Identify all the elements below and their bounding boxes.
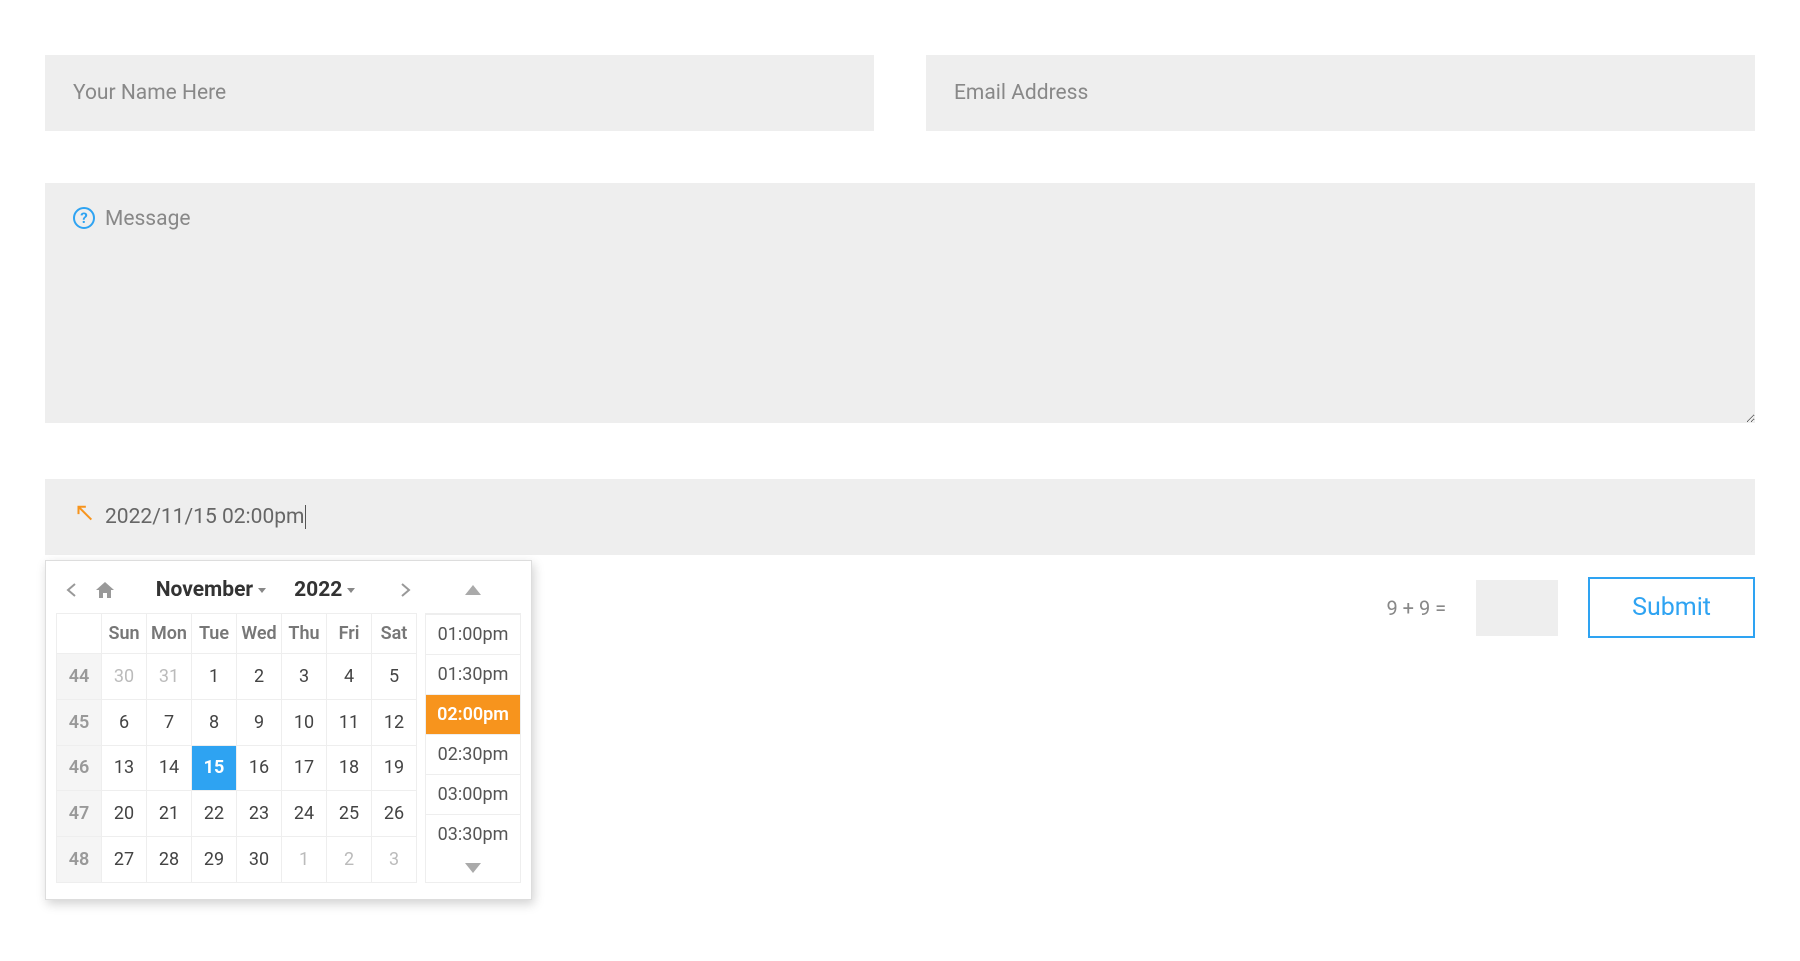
today-button[interactable] <box>90 575 120 605</box>
calendar-day[interactable]: 6 <box>102 699 147 745</box>
calendar-day[interactable]: 5 <box>372 654 417 700</box>
calendar-day[interactable]: 1 <box>192 654 237 700</box>
week-number: 47 <box>57 791 102 837</box>
captcha-label: 9 + 9 = <box>1386 596 1446 620</box>
datetime-value: 2022/11/15 02:00pm <box>105 505 306 529</box>
help-icon[interactable]: ? <box>73 207 95 229</box>
weekday-header: Thu <box>282 614 327 654</box>
week-number: 48 <box>57 837 102 883</box>
datetime-icon <box>73 504 95 530</box>
calendar-day[interactable]: 2 <box>237 654 282 700</box>
calendar-day[interactable]: 19 <box>372 745 417 791</box>
weekday-header: Tue <box>192 614 237 654</box>
calendar-day[interactable]: 1 <box>282 837 327 883</box>
calendar-day[interactable]: 7 <box>147 699 192 745</box>
calendar-day[interactable]: 4 <box>327 654 372 700</box>
weekday-header: Fri <box>327 614 372 654</box>
calendar-day[interactable]: 25 <box>327 791 372 837</box>
calendar-day[interactable]: 14 <box>147 745 192 791</box>
calendar-day[interactable]: 27 <box>102 837 147 883</box>
calendar-day[interactable]: 20 <box>102 791 147 837</box>
year-select[interactable]: 2022 <box>290 578 359 602</box>
week-number: 44 <box>57 654 102 700</box>
captcha-input[interactable] <box>1476 580 1558 636</box>
calendar-day[interactable]: 12 <box>372 699 417 745</box>
chevron-down-icon <box>347 588 355 593</box>
calendar-day[interactable]: 10 <box>282 699 327 745</box>
time-option[interactable]: 02:30pm <box>426 734 520 774</box>
week-number: 45 <box>57 699 102 745</box>
time-option[interactable]: 01:00pm <box>426 614 520 654</box>
calendar-day[interactable]: 30 <box>237 837 282 883</box>
calendar-day[interactable]: 31 <box>147 654 192 700</box>
weekday-header: Sat <box>372 614 417 654</box>
email-input[interactable] <box>926 55 1755 131</box>
time-option[interactable]: 03:00pm <box>426 774 520 814</box>
time-scroll-up[interactable] <box>425 576 521 604</box>
next-month-button[interactable] <box>391 575 421 605</box>
time-option[interactable]: 03:30pm <box>426 814 520 854</box>
message-textarea[interactable] <box>45 183 1755 423</box>
calendar-day[interactable]: 17 <box>282 745 327 791</box>
calendar-day[interactable]: 11 <box>327 699 372 745</box>
week-number: 46 <box>57 745 102 791</box>
weekday-header: Wed <box>237 614 282 654</box>
calendar-day[interactable]: 16 <box>237 745 282 791</box>
calendar-day[interactable]: 18 <box>327 745 372 791</box>
datetime-picker: November 2022 SunMonTueWedThuFriSat 4430… <box>45 560 532 900</box>
calendar-day[interactable]: 8 <box>192 699 237 745</box>
calendar-day[interactable]: 3 <box>282 654 327 700</box>
chevron-down-icon <box>258 588 266 593</box>
name-input[interactable] <box>45 55 874 131</box>
calendar-day[interactable]: 9 <box>237 699 282 745</box>
calendar-day[interactable]: 29 <box>192 837 237 883</box>
year-label: 2022 <box>294 578 342 602</box>
prev-month-button[interactable] <box>56 575 86 605</box>
calendar-day[interactable]: 23 <box>237 791 282 837</box>
time-option[interactable]: 02:00pm <box>426 694 520 734</box>
calendar-day[interactable]: 2 <box>327 837 372 883</box>
calendar-day[interactable]: 21 <box>147 791 192 837</box>
submit-button[interactable]: Submit <box>1588 577 1755 638</box>
week-header-blank <box>57 614 102 654</box>
time-option[interactable]: 01:30pm <box>426 654 520 694</box>
weekday-header: Sun <box>102 614 147 654</box>
calendar-day[interactable]: 24 <box>282 791 327 837</box>
time-scroll-down[interactable] <box>426 854 520 882</box>
weekday-header: Mon <box>147 614 192 654</box>
calendar-day[interactable]: 28 <box>147 837 192 883</box>
calendar-day[interactable]: 15 <box>192 745 237 791</box>
calendar-day[interactable]: 22 <box>192 791 237 837</box>
calendar-grid: SunMonTueWedThuFriSat 443031123454567891… <box>56 613 417 883</box>
calendar-day[interactable]: 3 <box>372 837 417 883</box>
calendar-day[interactable]: 13 <box>102 745 147 791</box>
month-select[interactable]: November <box>152 578 270 602</box>
datetime-input[interactable]: 2022/11/15 02:00pm <box>45 479 1755 555</box>
calendar-day[interactable]: 26 <box>372 791 417 837</box>
time-column: 01:00pm01:30pm02:00pm02:30pm03:00pm03:30… <box>425 613 521 883</box>
calendar-day[interactable]: 30 <box>102 654 147 700</box>
month-label: November <box>156 578 253 602</box>
